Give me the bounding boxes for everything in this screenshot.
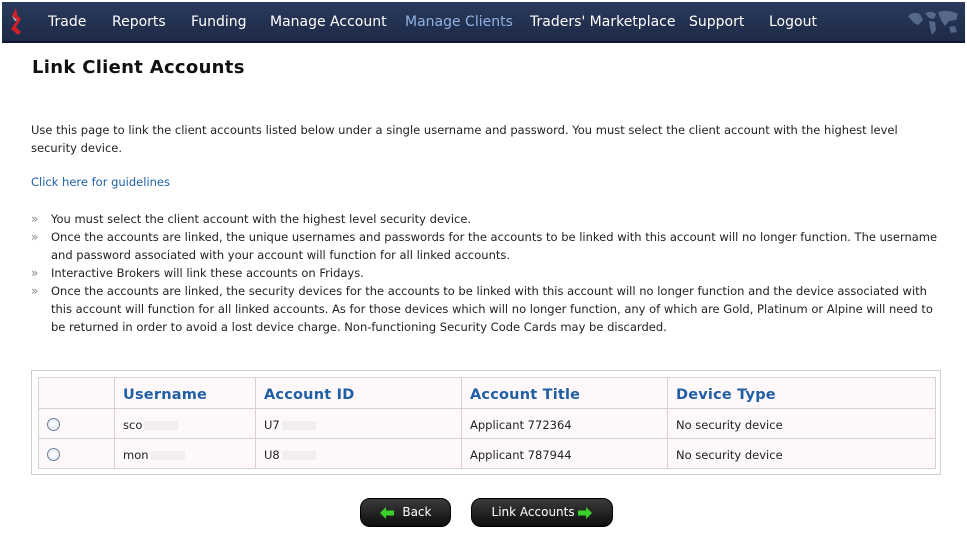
list-item: » Interactive Brokers will link these acc…	[31, 264, 943, 282]
account-title-cell: Applicant 772364	[461, 408, 668, 439]
account-title-cell: Applicant 787944	[461, 438, 668, 469]
redacted-text	[281, 421, 316, 430]
page-title: Link Client Accounts	[32, 57, 245, 78]
link-accounts-button-label: Link Accounts	[491, 505, 575, 519]
username-cell: sco	[114, 408, 256, 439]
bullet-marker: »	[31, 230, 39, 244]
link-accounts-button[interactable]: Link Accounts	[471, 498, 613, 527]
redacted-text	[281, 451, 316, 460]
account-id-value: U8	[264, 448, 280, 462]
back-button-label: Back	[402, 505, 432, 519]
account-id-value: U7	[264, 418, 280, 432]
guidelines-link[interactable]: Click here for guidelines	[31, 175, 170, 189]
nav-item-support[interactable]: Support	[689, 2, 744, 43]
username-value: sco	[123, 418, 143, 432]
bullet-marker: »	[31, 212, 39, 226]
redacted-text	[144, 421, 179, 430]
world-map-icon	[908, 10, 958, 35]
list-item: » Once the accounts are linked, the uniqu…	[31, 228, 943, 264]
username-column-header: Username	[114, 377, 256, 409]
brand-logo-icon	[11, 8, 21, 38]
account-id-column-header: Account ID	[255, 377, 462, 409]
device-type-cell: No security device	[667, 438, 936, 469]
list-item-text: Once the accounts are linked, the securi…	[51, 284, 933, 334]
table-row: sco U7 Applicant 772364 No security devi…	[38, 408, 936, 439]
nav-item-traders-marketplace[interactable]: Traders' Marketplace	[530, 2, 675, 43]
account-title-column-header: Account Title	[461, 377, 668, 409]
table-header-row: Username Account ID Account Title Device…	[38, 377, 936, 409]
list-item-text: Once the accounts are linked, the unique…	[51, 230, 938, 262]
username-cell: mon	[114, 438, 256, 469]
nav-item-logout[interactable]: Logout	[769, 2, 817, 43]
accounts-table-container: Username Account ID Account Title Device…	[31, 370, 941, 475]
device-type-cell: No security device	[667, 408, 936, 439]
account-id-cell: U8	[255, 438, 462, 469]
list-item-text: You must select the client account with …	[51, 212, 472, 226]
device-type-column-header: Device Type	[667, 377, 936, 409]
select-cell	[38, 408, 115, 439]
bullet-marker: »	[31, 266, 39, 280]
intro-text: Use this page to link the client account…	[31, 123, 898, 155]
accounts-table: Username Account ID Account Title Device…	[38, 377, 936, 469]
notice-list: » You must select the client account with…	[31, 210, 943, 336]
nav-item-manage-clients[interactable]: Manage Clients	[405, 2, 513, 43]
list-item: » Once the accounts are linked, the secur…	[31, 282, 943, 336]
table-row: mon U8 Applicant 787944 No security devi…	[38, 438, 936, 469]
top-nav-bar: Trade Reports Funding Manage Account Man…	[2, 2, 965, 43]
redacted-text	[150, 451, 185, 460]
nav-item-manage-account[interactable]: Manage Account	[270, 2, 387, 43]
select-column-header	[38, 377, 115, 409]
account-radio-button[interactable]	[47, 447, 60, 461]
account-id-cell: U7	[255, 408, 462, 439]
list-item-text: Interactive Brokers will link these acco…	[51, 266, 364, 280]
account-radio-button[interactable]	[47, 417, 60, 431]
nav-item-funding[interactable]: Funding	[191, 2, 247, 43]
arrow-left-icon	[379, 506, 394, 519]
username-value: mon	[123, 448, 149, 462]
nav-item-reports[interactable]: Reports	[112, 2, 166, 43]
nav-item-trade[interactable]: Trade	[48, 2, 86, 43]
bullet-marker: »	[31, 284, 39, 298]
back-button[interactable]: Back	[360, 498, 451, 527]
arrow-right-icon	[578, 506, 593, 519]
select-cell	[38, 438, 115, 469]
list-item: » You must select the client account with…	[31, 210, 943, 228]
